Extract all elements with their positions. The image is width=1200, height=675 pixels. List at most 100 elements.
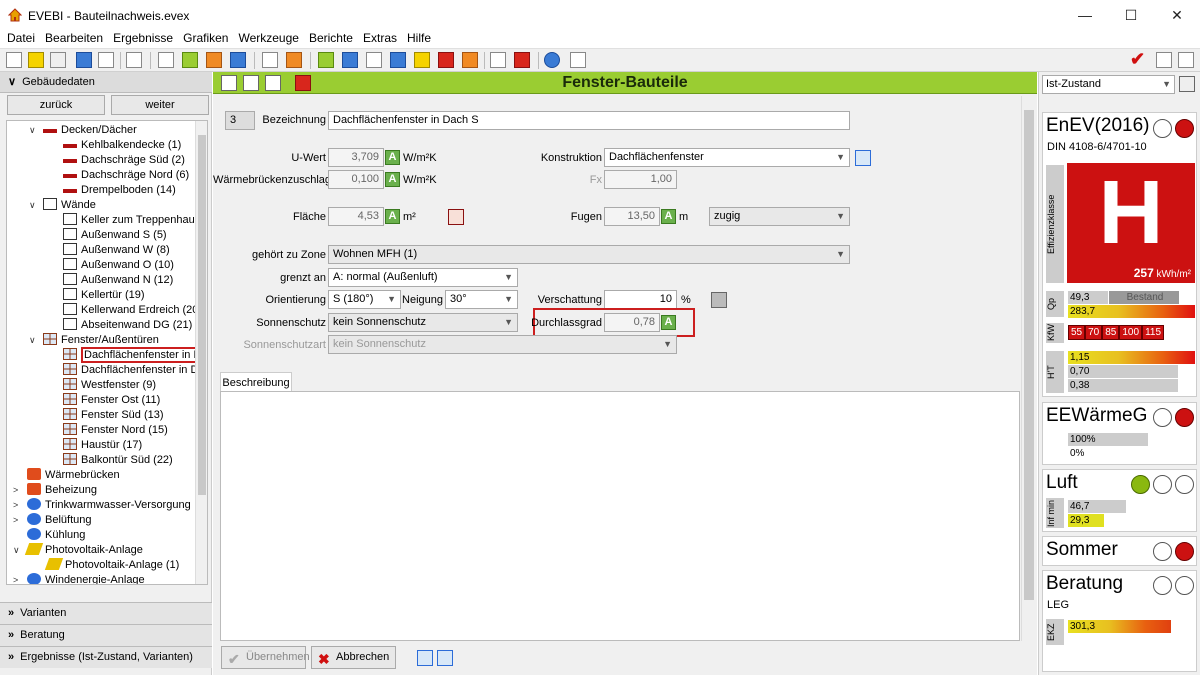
form-view-icon[interactable] [417, 650, 433, 666]
grenzt-select[interactable]: A: normal (Außenluft) ▼ [328, 268, 518, 287]
chart-toggle-icon[interactable] [1179, 76, 1195, 92]
euro-icon[interactable] [462, 52, 478, 68]
info-icon[interactable] [570, 52, 586, 68]
arrows-icon[interactable] [206, 52, 222, 68]
tree-item[interactable]: Dachflächenfenster in Da [63, 347, 207, 363]
tree-item[interactable]: Kellerwand Erdreich (20) [63, 303, 202, 318]
open-folder-icon[interactable] [28, 52, 44, 68]
durchlass-assistant-button[interactable]: A [661, 315, 676, 330]
tree-item[interactable]: > Trinkwarmwasser-Versorgung [13, 498, 191, 513]
exit-icon[interactable] [1156, 52, 1172, 68]
tree-item[interactable]: Dachschräge Nord (6) [63, 168, 189, 183]
tree-item[interactable]: ∨ Decken/Dächer [29, 123, 137, 138]
table-view-icon[interactable] [437, 650, 453, 666]
forward-button[interactable]: weiter [111, 95, 209, 115]
help-icon[interactable] [544, 52, 560, 68]
back-button[interactable]: zurück [7, 95, 105, 115]
verschattung-input[interactable]: 10 [604, 290, 677, 309]
tree-scrollbar[interactable] [195, 121, 207, 584]
tree-item[interactable]: Fenster Süd (13) [63, 408, 164, 423]
fx-input[interactable]: 1,00 [604, 170, 677, 189]
durchlass-input[interactable]: 0,78 [604, 313, 660, 332]
wb-input[interactable]: 0,100 [328, 170, 384, 189]
save-icon[interactable] [76, 52, 92, 68]
sonnenschutz-select[interactable]: kein Sonnenschutz ▼ [328, 313, 518, 332]
chart-icon[interactable] [1178, 52, 1194, 68]
orientierung-select[interactable]: S (180°) ▼ [328, 290, 401, 309]
gebaeudedaten-header[interactable]: ∨ Gebäudedaten [0, 72, 212, 93]
tree-item[interactable]: Außenwand W (8) [63, 243, 170, 258]
menu-extras[interactable]: Extras [358, 30, 402, 47]
apply-button[interactable]: ✔ Übernehmen [221, 646, 310, 669]
pattern-icon[interactable] [342, 52, 358, 68]
menu-ergebnisse[interactable]: Ergebnisse [108, 30, 178, 47]
dena-icon[interactable] [98, 52, 114, 68]
lightning-icon[interactable] [438, 52, 454, 68]
accordion-beratung[interactable]: » Beratung [0, 624, 212, 646]
tree-item[interactable]: Kellertür (19) [63, 288, 145, 303]
fugen-type-select[interactable]: zugig ▼ [709, 207, 850, 226]
tree-item[interactable]: Außenwand O (10) [63, 258, 174, 273]
copy-icon[interactable] [50, 52, 66, 68]
menu-bearbeiten[interactable]: Bearbeiten [40, 30, 108, 47]
tree-item[interactable]: > Beheizung [13, 483, 97, 498]
redo-arrow-icon[interactable] [855, 150, 871, 166]
tree-item[interactable]: Haustür (17) [63, 438, 142, 453]
tree-item[interactable]: Abseitenwand DG (21) [63, 318, 192, 333]
expand-toggle-icon[interactable]: > [13, 513, 22, 528]
tree-item[interactable]: ∨ Photovoltaik-Anlage [13, 543, 143, 558]
tree-item[interactable]: Außenwand S (5) [63, 228, 167, 243]
description-textarea[interactable] [220, 391, 1020, 641]
expand-toggle-icon[interactable]: > [13, 498, 22, 513]
layers-icon[interactable] [286, 52, 302, 68]
flaeche-assistant-button[interactable]: A [385, 209, 400, 224]
fugen-input[interactable]: 13,50 [604, 207, 660, 226]
collapse-toggle-icon[interactable]: ∨ [29, 123, 38, 138]
tree-item[interactable]: ∨ Fenster/Außentüren [29, 333, 159, 348]
collapse-toggle-icon[interactable]: ∨ [29, 333, 38, 348]
expand-toggle-icon[interactable]: > [13, 573, 22, 584]
print-preview-icon[interactable] [514, 52, 530, 68]
accordion-ergebnisse[interactable]: » Ergebnisse (Ist-Zustand, Varianten) [0, 646, 212, 668]
maximize-button[interactable]: ☐ [1108, 0, 1154, 30]
wb-assistant-button[interactable]: A [385, 172, 400, 187]
tree-item[interactable]: Balkontür Süd (22) [63, 453, 173, 468]
checkmark-icon[interactable]: ✔ [1130, 49, 1145, 70]
building-data-icon[interactable] [182, 52, 198, 68]
tree-item[interactable]: Keller zum Treppenhaus ( [63, 213, 207, 228]
structure-icon[interactable] [262, 52, 278, 68]
uwert-input[interactable]: 3,709 [328, 148, 384, 167]
neigung-select[interactable]: 30° ▼ [445, 290, 518, 309]
new-file-icon[interactable] [6, 52, 22, 68]
menu-datei[interactable]: Datei [0, 30, 40, 47]
calculator-icon[interactable] [711, 292, 727, 308]
uwert-assistant-button[interactable]: A [385, 150, 400, 165]
area-calculator-icon[interactable] [448, 209, 464, 225]
document-icon[interactable] [158, 52, 174, 68]
tree-item[interactable]: Fenster Ost (11) [63, 393, 160, 408]
collapse-toggle-icon[interactable]: ∨ [13, 543, 22, 558]
menu-werkzeuge[interactable]: Werkzeuge [233, 30, 303, 47]
zone-select[interactable]: Wohnen MFH (1) ▼ [328, 245, 850, 264]
menu-grafiken[interactable]: Grafiken [178, 30, 233, 47]
fugen-assistant-button[interactable]: A [661, 209, 676, 224]
tree-item[interactable]: Kühlung [27, 528, 85, 543]
expand-toggle-icon[interactable]: > [13, 483, 22, 498]
tree-item[interactable]: ∨ Wände [29, 198, 96, 213]
tree-item[interactable]: Fenster Nord (15) [63, 423, 168, 438]
tab-beschreibung[interactable]: Beschreibung [220, 372, 292, 392]
collapse-toggle-icon[interactable]: ∨ [29, 198, 38, 213]
grid-icon[interactable] [318, 52, 334, 68]
export-icon[interactable] [230, 52, 246, 68]
sonnenschutzart-select[interactable]: kein Sonnenschutz ▼ [328, 335, 677, 354]
bezeichnung-input[interactable]: Dachflächenfenster in Dach S [328, 111, 850, 130]
tree-item[interactable]: Photovoltaik-Anlage (1) [44, 558, 179, 573]
tree-item[interactable]: Wärmebrücken [27, 468, 120, 483]
tree-item[interactable]: Drempelboden (14) [63, 183, 176, 198]
sun-icon[interactable] [414, 52, 430, 68]
close-button[interactable]: ✕ [1154, 0, 1200, 30]
tree-item[interactable]: Dachschräge Süd (2) [63, 153, 185, 168]
konstruktion-select[interactable]: Dachflächenfenster ▼ [604, 148, 850, 167]
menu-berichte[interactable]: Berichte [304, 30, 358, 47]
tree-item[interactable]: Westfenster (9) [63, 378, 156, 393]
